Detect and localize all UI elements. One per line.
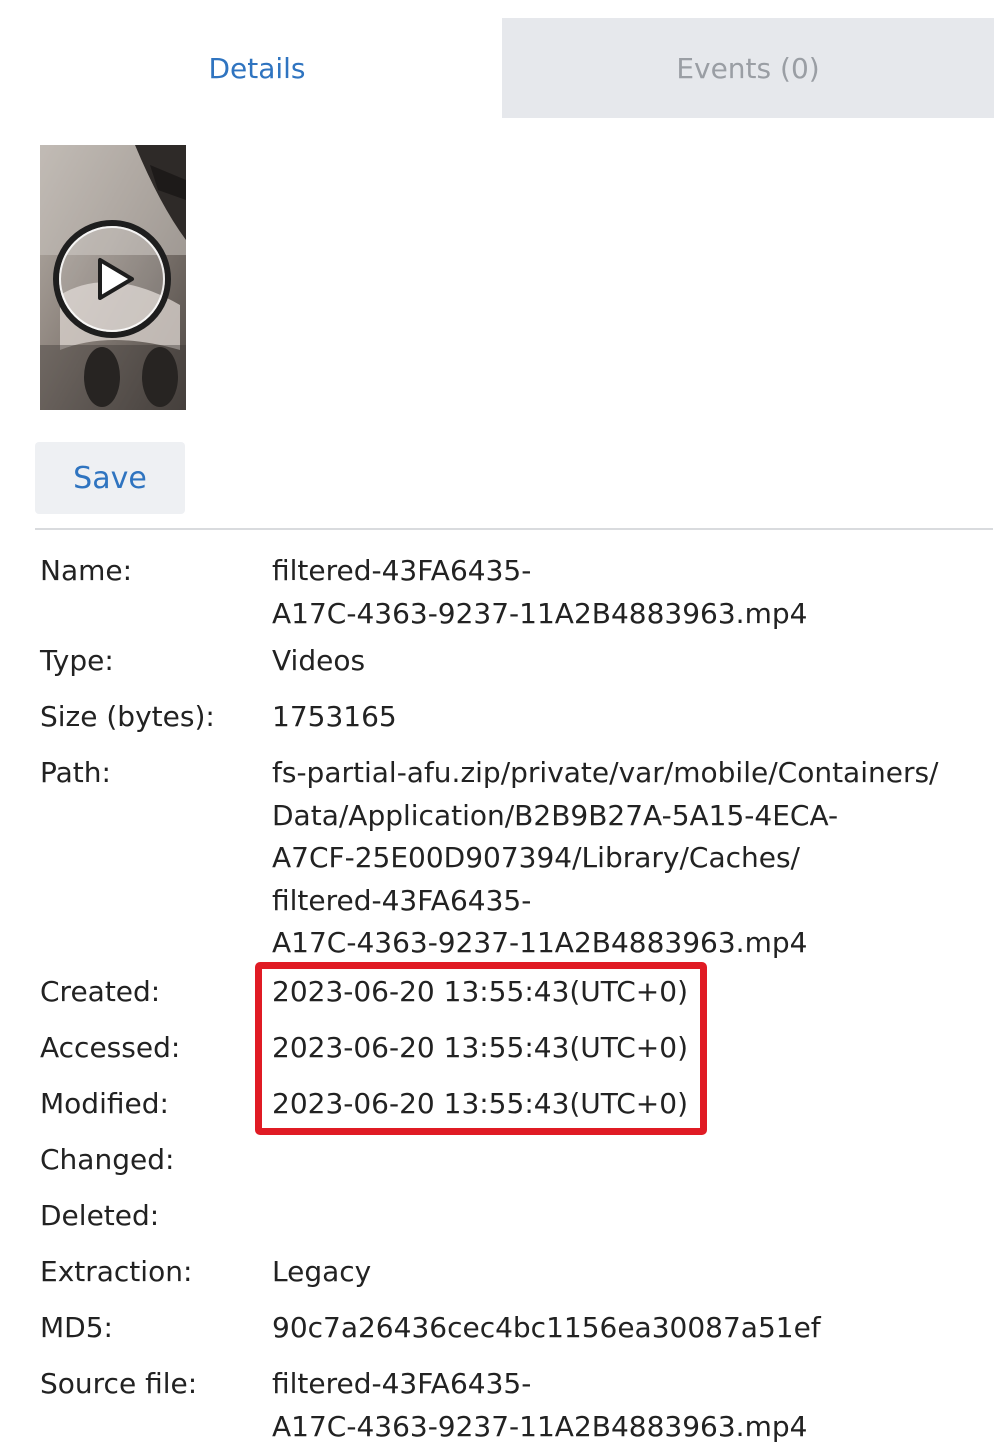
label-created: Created: xyxy=(40,975,161,1008)
value-size: 1753165 xyxy=(272,700,397,733)
video-thumbnail[interactable] xyxy=(40,145,186,410)
label-changed: Changed: xyxy=(40,1143,175,1176)
label-source-file: Source file: xyxy=(40,1367,198,1400)
label-type: Type: xyxy=(40,644,114,677)
value-path-line-3: A7CF-25E00D907394/Library/Caches/ xyxy=(272,841,800,874)
divider xyxy=(35,528,993,530)
label-name: Name: xyxy=(40,554,133,587)
save-button[interactable]: Save xyxy=(35,442,185,514)
label-deleted: Deleted: xyxy=(40,1199,160,1232)
tab-events[interactable]: Events (0) xyxy=(502,18,994,118)
value-md5: 90c7a26436cec4bc1156ea30087a51ef xyxy=(272,1311,821,1344)
timestamp-highlight-box xyxy=(255,962,707,1135)
value-extraction: Legacy xyxy=(272,1255,372,1288)
label-accessed: Accessed: xyxy=(40,1031,181,1064)
label-path: Path: xyxy=(40,756,111,789)
label-md5: MD5: xyxy=(40,1311,113,1344)
label-size: Size (bytes): xyxy=(40,700,215,733)
value-source-file-line-2: A17C-4363-9237-11A2B4883963.mp4 xyxy=(272,1409,808,1443)
value-path-line-1: fs-partial-afu.zip/private/var/mobile/Co… xyxy=(272,756,939,789)
tab-bar: Details Events (0) xyxy=(12,18,994,118)
value-name-line-1: filtered-43FA6435- xyxy=(272,554,532,587)
value-type: Videos xyxy=(272,644,366,677)
label-extraction: Extraction: xyxy=(40,1255,193,1288)
value-path-line-2: Data/Application/B2B9B27A-5A15-4ECA- xyxy=(272,798,839,832)
play-icon[interactable] xyxy=(53,220,171,338)
tab-details[interactable]: Details xyxy=(12,18,502,118)
value-path: fs-partial-afu.zip/private/var/mobile/Co… xyxy=(272,752,972,965)
value-path-line-4: filtered-43FA6435- xyxy=(272,883,532,917)
label-modified: Modified: xyxy=(40,1087,169,1120)
value-path-line-5: A17C-4363-9237-11A2B4883963.mp4 xyxy=(272,926,808,959)
value-source-file: filtered-43FA6435- A17C-4363-9237-11A2B4… xyxy=(272,1363,972,1445)
value-name-line-2: A17C-4363-9237-11A2B4883963.mp4 xyxy=(272,596,808,630)
details-panel: Details Events (0) Save Name: filtered-4… xyxy=(0,0,994,1445)
value-source-file-line-1: filtered-43FA6435- xyxy=(272,1367,532,1400)
value-name: filtered-43FA6435- A17C-4363-9237-11A2B4… xyxy=(272,550,972,635)
